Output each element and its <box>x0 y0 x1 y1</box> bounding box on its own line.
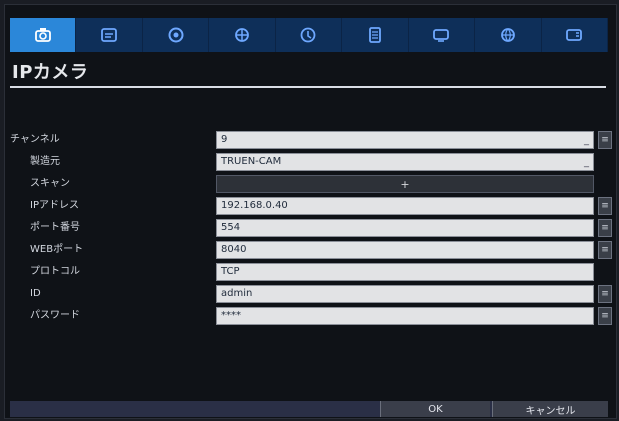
display-icon <box>431 25 451 45</box>
menu-icon: ≡ <box>601 311 609 321</box>
menu-icon: ≡ <box>601 201 609 211</box>
password-field[interactable]: **** <box>216 307 594 325</box>
id-field[interactable]: admin <box>216 285 594 303</box>
ok-button[interactable]: OK <box>380 401 490 417</box>
system-icon <box>498 25 518 45</box>
row-password: パスワード **** ≡ <box>10 306 612 326</box>
dropdown-caret-icon: _ <box>584 135 589 146</box>
scan-button[interactable]: + <box>216 175 594 193</box>
password-button[interactable]: ≡ <box>598 307 612 325</box>
protocol-select[interactable]: TCP <box>216 263 594 281</box>
label-scan: スキャン <box>30 178 70 189</box>
label-password: パスワード <box>30 310 80 321</box>
row-maker: 製造元 TRUEN-CAM _ <box>10 152 610 172</box>
channel-button[interactable]: ≡ <box>598 131 612 149</box>
port-field[interactable]: 554 <box>216 219 594 237</box>
channel-select[interactable]: 9 _ <box>216 131 594 149</box>
channel-value: 9 <box>221 134 228 145</box>
row-ip: IPアドレス 192.168.0.40 ≡ <box>10 196 612 216</box>
maker-select[interactable]: TRUEN-CAM _ <box>216 153 594 171</box>
label-protocol: プロトコル <box>30 266 80 277</box>
ip-button[interactable]: ≡ <box>598 197 612 215</box>
menu-icon: ≡ <box>601 245 609 255</box>
record-icon <box>99 25 119 45</box>
top-tab-bar <box>10 18 608 52</box>
network-icon <box>232 25 252 45</box>
schedule-icon <box>298 25 318 45</box>
label-webport: WEBポート <box>30 244 84 255</box>
menu-icon: ≡ <box>601 289 609 299</box>
tab-storage[interactable] <box>342 18 409 52</box>
row-webport: WEBポート 8040 ≡ <box>10 240 612 260</box>
webport-button[interactable]: ≡ <box>598 241 612 259</box>
row-scan: スキャン + <box>10 174 610 194</box>
tab-system[interactable] <box>475 18 542 52</box>
label-channel: チャンネル <box>10 134 60 145</box>
alarm-icon <box>166 25 186 45</box>
ip-value: 192.168.0.40 <box>221 200 288 211</box>
title-divider <box>10 86 606 88</box>
label-port: ポート番号 <box>30 222 80 233</box>
maker-value: TRUEN-CAM <box>221 156 282 167</box>
page-title: IPカメラ <box>12 62 89 83</box>
row-channel: チャンネル 9 _ ≡ <box>10 130 612 150</box>
id-value: admin <box>221 288 253 299</box>
tab-network[interactable] <box>209 18 276 52</box>
menu-icon: ≡ <box>601 135 609 145</box>
row-port: ポート番号 554 ≡ <box>10 218 612 238</box>
port-value: 554 <box>221 222 241 233</box>
tab-camera[interactable] <box>10 18 77 52</box>
protocol-value: TCP <box>221 266 240 277</box>
tab-display[interactable] <box>408 18 476 52</box>
label-ip: IPアドレス <box>30 200 79 211</box>
cancel-button[interactable]: キャンセル <box>492 401 608 417</box>
password-value: **** <box>221 310 241 321</box>
label-maker: 製造元 <box>30 156 60 167</box>
tab-info[interactable] <box>541 18 608 52</box>
tab-record[interactable] <box>76 18 143 52</box>
scan-plus-icon: + <box>400 177 410 191</box>
id-button[interactable]: ≡ <box>598 285 612 303</box>
tab-schedule[interactable] <box>275 18 343 52</box>
label-id: ID <box>30 288 41 299</box>
dropdown-caret-icon: _ <box>584 157 589 168</box>
info-icon <box>564 25 584 45</box>
port-button[interactable]: ≡ <box>598 219 612 237</box>
webport-value: 8040 <box>221 244 247 255</box>
row-id: ID admin ≡ <box>10 284 612 304</box>
menu-icon: ≡ <box>601 223 609 233</box>
storage-icon <box>365 25 385 45</box>
tab-alarm[interactable] <box>142 18 210 52</box>
row-protocol: プロトコル TCP <box>10 262 610 282</box>
ip-address-field[interactable]: 192.168.0.40 <box>216 197 594 215</box>
web-port-field[interactable]: 8040 <box>216 241 594 259</box>
camera-icon <box>33 25 53 45</box>
